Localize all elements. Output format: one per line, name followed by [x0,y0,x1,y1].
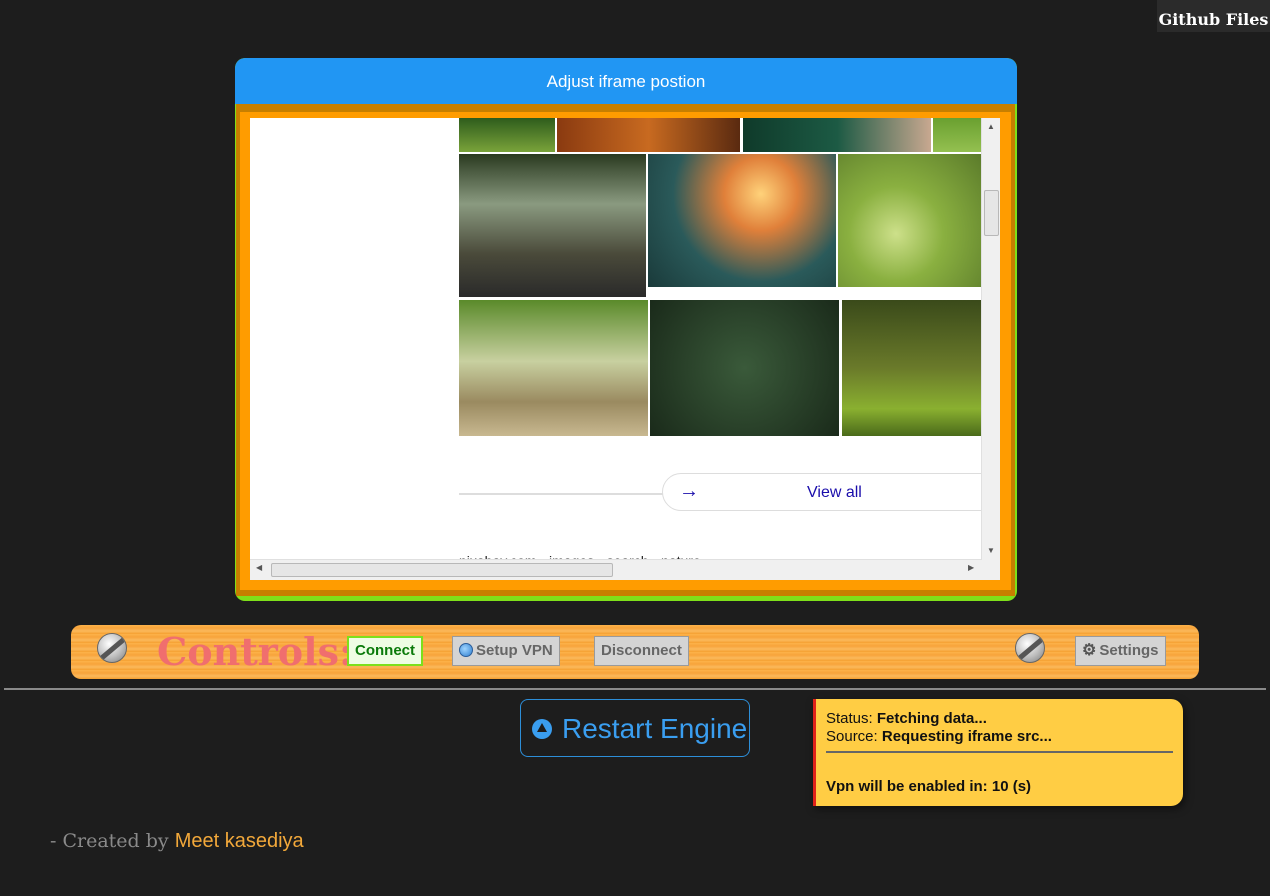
disconnect-label: Disconnect [601,642,682,659]
view-all-button[interactable]: → View all [662,473,1000,511]
connect-label: Connect [355,642,415,659]
horizontal-scrollbar[interactable]: ◀ ▶ [250,559,982,580]
screw-icon [97,633,127,663]
image-tile[interactable] [459,118,555,152]
scroll-right-icon[interactable]: ▶ [968,563,974,572]
author-link[interactable]: Meet kasediya [175,830,304,852]
vpn-countdown-text: Vpn will be enabled in: 10 (s) [826,778,1032,795]
controls-bar: Controls: Connect Setup VPN Disconnect ⚙… [71,625,1199,679]
status-value: Fetching data... [876,710,987,727]
connect-button[interactable]: Connect [347,636,423,666]
vertical-scrollbar[interactable]: ▲ ▼ [981,118,1000,560]
disconnect-button[interactable]: Disconnect [594,636,689,666]
scroll-left-icon[interactable]: ◀ [256,563,262,572]
settings-button[interactable]: ⚙ Settings [1075,636,1166,666]
source-row: Source: Requesting iframe src... [826,728,1052,745]
scroll-down-icon[interactable]: ▼ [982,546,1000,555]
horizontal-scroll-thumb[interactable] [271,563,613,577]
settings-label: Settings [1099,642,1159,659]
source-value: Requesting iframe src... [881,728,1052,745]
setup-vpn-button[interactable]: Setup VPN [452,636,560,666]
gear-icon: ⚙ [1082,642,1097,659]
vertical-scroll-thumb[interactable] [984,190,999,236]
globe-icon [459,643,473,657]
status-row: Status: Fetching data... [826,710,987,727]
image-tile[interactable] [933,118,983,152]
credit-prefix: - Created by [50,830,169,852]
image-tile[interactable] [842,300,983,436]
credit-line: - Created by Meet kasediya [50,830,304,853]
screw-icon [1015,633,1045,663]
image-tile[interactable] [650,300,839,436]
scroll-up-icon[interactable]: ▲ [982,122,1000,131]
view-all-divider [459,493,664,495]
setup-vpn-label: Setup VPN [476,642,553,659]
restart-icon [532,719,552,739]
image-tile[interactable] [838,154,983,287]
restart-engine-button[interactable]: Restart Engine [520,699,750,757]
view-all-label: View all [807,484,862,501]
status-separator [826,751,1173,753]
section-divider [4,688,1266,690]
image-tile[interactable] [648,154,836,287]
vpn-countdown: Vpn will be enabled in: 10 (s) [826,778,1031,795]
scrollbar-corner [982,560,1000,580]
arrow-right-icon: → [679,480,699,502]
restart-engine-label: Restart Engine [562,713,748,744]
github-files-link[interactable]: Github Files [1157,0,1270,32]
adjust-iframe-position-header[interactable]: Adjust iframe postion [235,58,1017,104]
controls-title: Controls: [157,629,353,674]
image-tile[interactable] [557,118,740,152]
status-key: Status: [826,710,873,727]
image-tile[interactable] [743,118,931,152]
source-key: Source: [826,728,878,745]
image-tile[interactable] [459,300,648,436]
status-panel: Status: Fetching data... Source: Request… [813,699,1183,806]
image-tile[interactable] [459,154,646,297]
embedded-iframe[interactable]: → View all pixabay.com · images · search… [250,118,1000,580]
